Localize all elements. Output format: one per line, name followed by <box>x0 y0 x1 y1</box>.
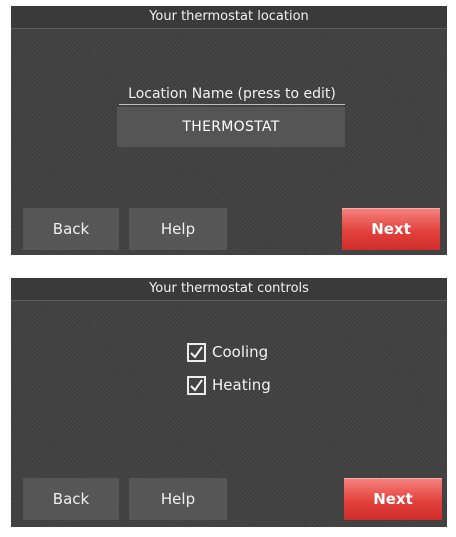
heating-label: Heating <box>212 376 271 394</box>
next-button[interactable]: Next <box>342 208 440 250</box>
location-name-field[interactable]: THERMOSTAT <box>117 107 345 147</box>
cooling-option[interactable]: Cooling <box>187 341 268 363</box>
screen-title: Your thermostat location <box>11 6 447 29</box>
location-name-label: Location Name (press to edit) <box>119 86 345 105</box>
help-button[interactable]: Help <box>129 478 227 520</box>
back-button[interactable]: Back <box>23 208 119 250</box>
controls-screen: Your thermostat controls Cooling Heating… <box>11 278 447 527</box>
cooling-label: Cooling <box>212 343 269 361</box>
location-screen: Your thermostat location Location Name (… <box>11 6 447 255</box>
checkmark-icon <box>190 378 203 392</box>
help-button[interactable]: Help <box>129 208 227 250</box>
heating-option[interactable]: Heating <box>187 374 271 396</box>
heating-checkbox[interactable] <box>187 375 206 395</box>
back-button[interactable]: Back <box>23 478 119 520</box>
checkmark-icon <box>190 345 203 359</box>
next-button[interactable]: Next <box>344 478 442 520</box>
screen-title: Your thermostat controls <box>11 278 447 301</box>
cooling-checkbox[interactable] <box>187 342 206 362</box>
